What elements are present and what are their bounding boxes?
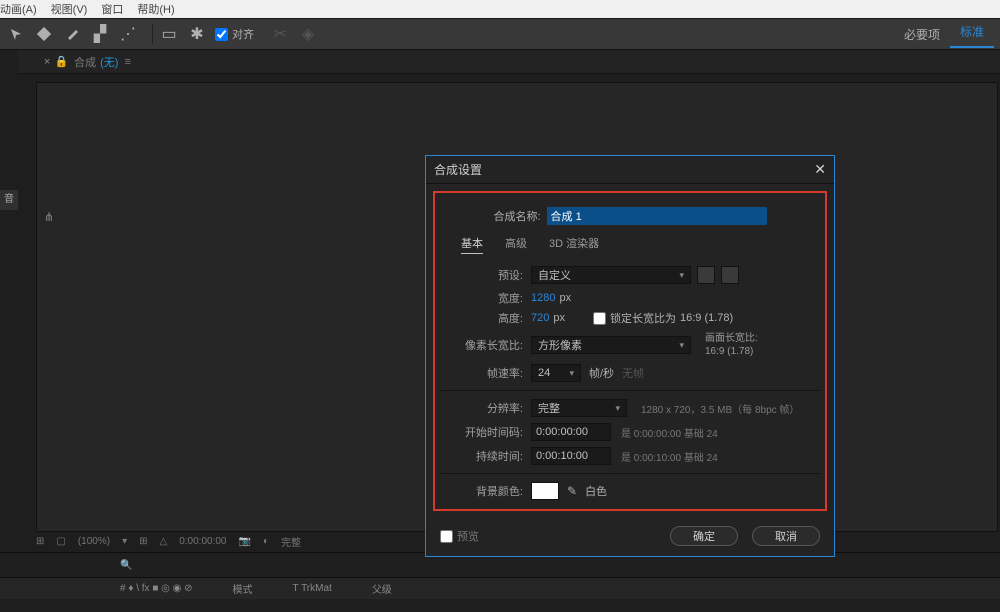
close-icon[interactable]: ✕ <box>814 161 826 178</box>
dialog-body-highlight: 合成名称: 基本 高级 3D 渲染器 预设: 自定义 宽度: 1280 px 高… <box>433 191 827 511</box>
parent-column: 父级 <box>372 581 392 596</box>
menu-view[interactable]: 视图(V) <box>51 1 88 17</box>
clone-tool-icon[interactable]: ⋰ <box>118 24 138 44</box>
switches-column: # ♦ \ fx ■ ◎ ◉ ⊘ <box>120 583 193 594</box>
par-dropdown[interactable]: 方形像素 <box>531 336 691 354</box>
viewer-tab-compname[interactable]: (无) <box>100 54 118 70</box>
menu-animation[interactable]: 动画(A) <box>0 1 37 17</box>
pen-tool-icon[interactable] <box>62 24 82 44</box>
mode-column: 模式 <box>233 581 253 596</box>
tab-3d-renderer[interactable]: 3D 渲染器 <box>549 235 599 254</box>
resolution-dropdown[interactable]: 完整 <box>531 399 627 417</box>
par-label: 像素长宽比: <box>447 337 523 353</box>
duration-label: 持续时间: <box>447 448 523 464</box>
comp-name-input[interactable] <box>547 207 767 225</box>
comp-name-label: 合成名称: <box>493 208 540 224</box>
disabled-tool-1-icon: ✂ <box>270 24 290 44</box>
preset-delete-icon[interactable] <box>721 266 739 284</box>
lock-aspect-checkbox[interactable]: 锁定长宽比为 16:9 (1.78) <box>593 310 733 326</box>
brush-tool-icon[interactable]: ▞ <box>90 24 110 44</box>
start-tc-info: 是 0:00:00:00 基础 24 <box>621 425 718 440</box>
divider <box>441 390 819 391</box>
toolbar: ▞ ⋰ ▭ ✱ 对齐 ✂ ◈ 必要项 标准 <box>0 18 1000 50</box>
duration-info: 是 0:00:10:00 基础 24 <box>621 449 718 464</box>
width-value[interactable]: 1280 <box>531 292 555 304</box>
close-tab-icon[interactable]: × <box>44 56 50 68</box>
height-label: 高度: <box>447 310 523 326</box>
snap-checkbox[interactable]: 对齐 <box>215 26 254 42</box>
anchor-indicator-icon: ⋔ <box>44 210 54 224</box>
settings-tabs: 基本 高级 3D 渲染器 <box>461 235 813 254</box>
resolution-label: 分辨率: <box>447 400 523 416</box>
tab-menu-icon[interactable]: ≡ <box>124 56 130 68</box>
start-tc-input[interactable] <box>531 423 611 441</box>
fps-dropdown[interactable]: 24 <box>531 364 581 382</box>
timeline-panel: 🔍 # ♦ \ fx ■ ◎ ◉ ⊘ 模式 T TrkMat 父级 <box>0 552 1000 612</box>
bg-color-name: 白色 <box>585 483 607 499</box>
dialog-titlebar: 合成设置 ✕ <box>426 156 834 184</box>
fps-label: 帧速率: <box>447 365 523 381</box>
selection-tool-icon[interactable] <box>6 24 26 44</box>
viewer-statusbar: ⊞ ▢ (100%) ▾ ⊞ △ 0:00:00:00 📷 ◐ 完整 <box>36 532 301 550</box>
app-menubar: 动画(A) 视图(V) 窗口 帮助(H) <box>0 0 1000 18</box>
width-label: 宽度: <box>447 290 523 306</box>
trkmat-column: T TrkMat <box>293 583 332 594</box>
start-tc-label: 开始时间码: <box>447 424 523 440</box>
ok-button[interactable]: 确定 <box>670 526 738 546</box>
dialog-footer: 预览 确定 取消 <box>426 516 834 556</box>
resolution-dropdown[interactable]: 完整 <box>281 534 301 549</box>
resolution-info: 1280 x 720，3.5 MB（每 8bpc 帧） <box>641 401 799 416</box>
fps-dropframe: 无帧 <box>622 365 644 381</box>
toolbar-divider <box>152 24 153 44</box>
menu-window[interactable]: 窗口 <box>101 1 123 17</box>
bg-color-label: 背景颜色: <box>447 483 523 499</box>
composition-settings-dialog: 合成设置 ✕ 合成名称: 基本 高级 3D 渲染器 预设: 自定义 宽度: 12… <box>425 155 835 557</box>
left-panel-strip: 音 <box>0 50 18 530</box>
viewer-tabstrip: × 🔒 合成 (无) ≡ <box>0 50 1000 74</box>
audio-tab[interactable]: 音 <box>0 190 18 210</box>
workspace-standard[interactable]: 标准 <box>950 21 994 48</box>
height-value[interactable]: 720 <box>531 312 549 324</box>
preview-checkbox[interactable]: 预览 <box>440 528 479 544</box>
tab-advanced[interactable]: 高级 <box>505 235 527 254</box>
lock-tab-icon[interactable]: 🔒 <box>54 55 68 68</box>
eyedropper-icon[interactable]: ✎ <box>567 484 577 498</box>
divider-2 <box>441 473 819 474</box>
zoom-level[interactable]: (100%) <box>78 536 110 547</box>
preset-label: 预设: <box>447 267 523 283</box>
dialog-title: 合成设置 <box>434 161 482 178</box>
duration-input[interactable] <box>531 447 611 465</box>
cancel-button[interactable]: 取消 <box>752 526 820 546</box>
timeline-search-icon[interactable]: 🔍 <box>120 560 132 571</box>
viewer-tab-label[interactable]: 合成 <box>74 54 96 70</box>
edit-tool-icon[interactable]: ▭ <box>159 24 179 44</box>
menu-help[interactable]: 帮助(H) <box>137 1 174 17</box>
workspace-essentials[interactable]: 必要项 <box>894 26 950 43</box>
preset-dropdown[interactable]: 自定义 <box>531 266 691 284</box>
shape-tool-icon[interactable] <box>34 24 54 44</box>
bg-color-swatch[interactable] <box>531 482 559 500</box>
preset-save-icon[interactable] <box>697 266 715 284</box>
puppet-tool-icon[interactable]: ✱ <box>187 24 207 44</box>
frame-aspect-readout: 画面长宽比: 16:9 (1.78) <box>705 332 758 358</box>
current-time[interactable]: 0:00:00:00 <box>179 536 226 547</box>
disabled-tool-2-icon: ◈ <box>298 24 318 44</box>
tab-basic[interactable]: 基本 <box>461 235 483 254</box>
